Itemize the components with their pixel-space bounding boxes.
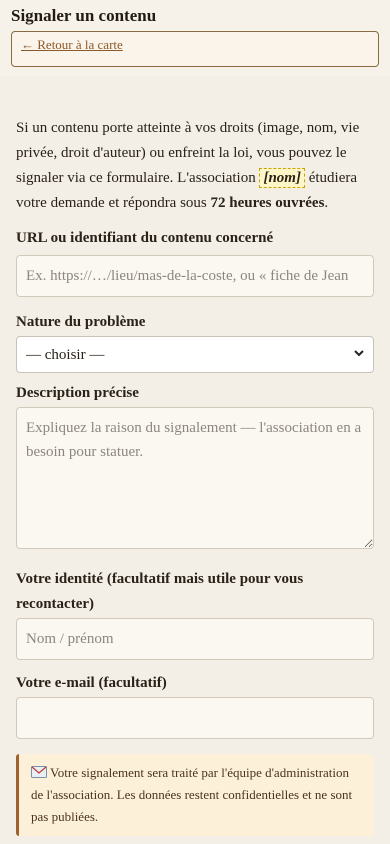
privacy-notice-text: Votre signalement sera traité par l'équi… bbox=[31, 765, 353, 824]
response-deadline: 72 heures ouvrées bbox=[210, 195, 325, 211]
association-name-tag: [nom] bbox=[259, 168, 305, 188]
description-field-label: Description précise bbox=[16, 385, 139, 401]
back-link-box: ← Retour à la carte bbox=[11, 31, 379, 67]
nature-field-label: Nature du problème bbox=[16, 314, 146, 330]
privacy-notice: Votre signalement sera traité par l'équi… bbox=[16, 754, 374, 836]
back-to-map-link[interactable]: ← Retour à la carte bbox=[21, 37, 123, 52]
url-field-label: URL ou identifiant du contenu concerné bbox=[16, 230, 274, 246]
envelope-icon bbox=[31, 765, 50, 780]
page-header: Signaler un contenu ← Retour à la carte bbox=[0, 0, 390, 76]
email-field-label: Votre e-mail (facultatif) bbox=[16, 675, 167, 691]
identity-field-label: Votre identité (facultatif mais utile po… bbox=[16, 571, 304, 612]
nature-select-wrap: — choisir — bbox=[16, 336, 374, 373]
intro-text: Si un contenu porte atteinte à vos droit… bbox=[16, 116, 374, 216]
report-form: Si un contenu porte atteinte à vos droit… bbox=[0, 116, 390, 836]
page-title: Signaler un contenu bbox=[11, 6, 157, 25]
url-input[interactable] bbox=[16, 255, 374, 297]
identity-input[interactable] bbox=[16, 618, 374, 660]
description-textarea[interactable] bbox=[16, 407, 374, 549]
nature-select[interactable]: — choisir — bbox=[16, 336, 374, 373]
email-input[interactable] bbox=[16, 697, 374, 739]
intro-text-part3: . bbox=[324, 195, 329, 211]
